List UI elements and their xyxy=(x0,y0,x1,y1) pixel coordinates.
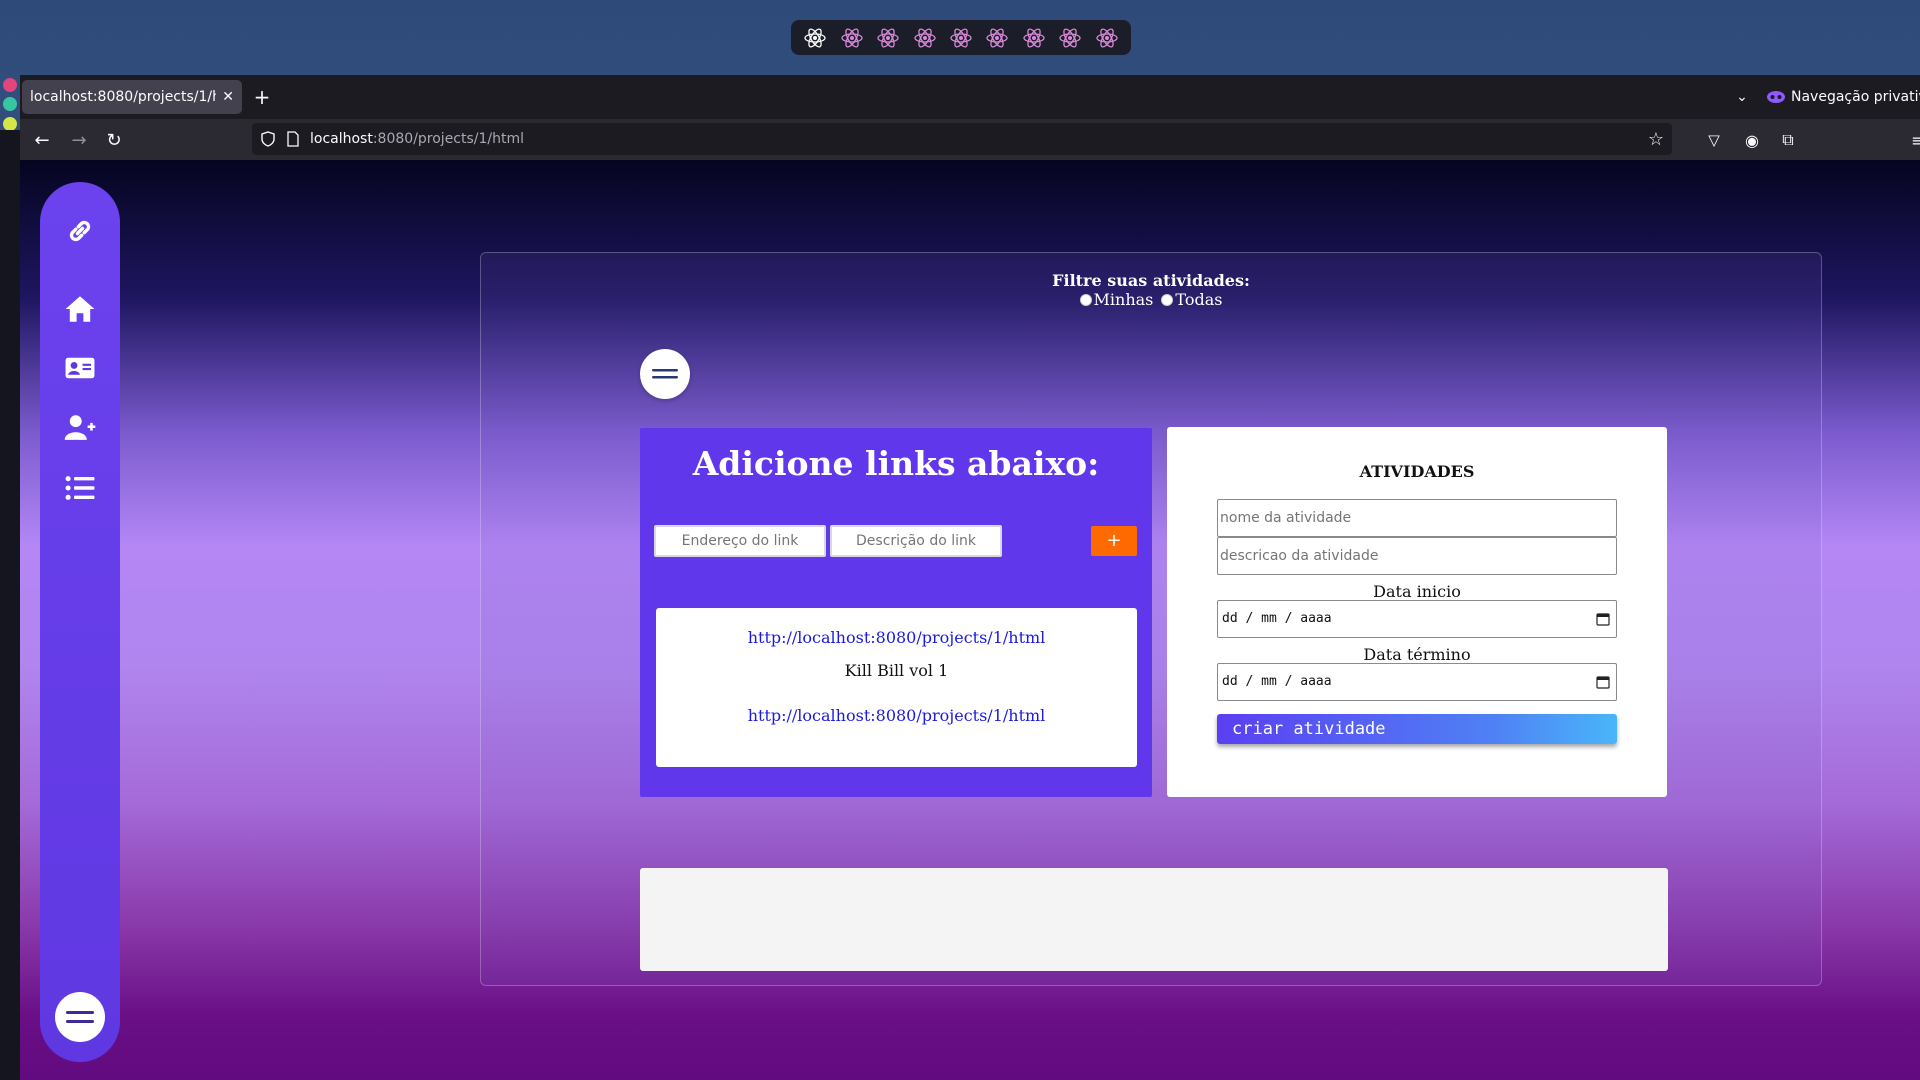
activities-card: ATIVIDADES nome da atividade descricao d… xyxy=(1167,427,1667,797)
filter-option-todas[interactable]: Todas xyxy=(1161,290,1222,309)
page-viewport: Filtre suas atividades: Minhas Todas Adi… xyxy=(20,160,1920,1080)
forward-arrow-icon[interactable]: → xyxy=(65,126,93,154)
activity-description-input[interactable]: descricao da atividade xyxy=(1217,537,1617,575)
pocket-icon[interactable]: ▽ xyxy=(1700,126,1728,154)
link-description-input[interactable]: Descrição do link xyxy=(830,525,1002,557)
browser-window: localhost:8080/projects/1/html ✕ + ⌄ Nav… xyxy=(20,75,1920,1080)
link-address-input[interactable]: Endereço do link xyxy=(654,525,826,557)
links-title: Adicione links abaixo: xyxy=(692,444,1100,483)
back-arrow-icon[interactable]: ← xyxy=(28,126,56,154)
window-edge xyxy=(0,130,20,1080)
url-bar[interactable]: localhost:8080/projects/1/html ☆ xyxy=(252,123,1672,155)
url-path: :8080/projects/1/html xyxy=(372,131,525,147)
account-icon[interactable]: ◉ xyxy=(1738,126,1766,154)
private-label: Navegação privativa xyxy=(1791,89,1920,105)
react-app-icon[interactable] xyxy=(1057,25,1083,51)
activities-title: ATIVIDADES xyxy=(1359,462,1475,481)
menu-icon xyxy=(652,369,678,379)
tab-title: localhost:8080/projects/1/html xyxy=(30,89,216,105)
create-activity-button[interactable]: criar atividade xyxy=(1217,714,1617,744)
new-tab-icon[interactable]: + xyxy=(248,83,276,111)
close-window-dot[interactable] xyxy=(3,78,17,92)
tab-active[interactable]: localhost:8080/projects/1/html ✕ xyxy=(22,80,242,114)
link-description: Kill Bill vol 1 xyxy=(844,661,949,680)
page-icon xyxy=(287,131,299,147)
contact-card-icon[interactable] xyxy=(60,348,100,388)
react-app-icon[interactable] xyxy=(984,25,1010,51)
mask-icon xyxy=(1767,91,1785,103)
filter-option-minhas[interactable]: Minhas xyxy=(1079,290,1154,309)
react-app-icon[interactable] xyxy=(948,25,974,51)
filter-option-label: Todas xyxy=(1175,290,1223,309)
link-icon[interactable] xyxy=(60,211,100,251)
navigation-bar: ← → ↻ localhost:8080/projects/1/html ☆ ▽… xyxy=(20,119,1920,160)
url-host: localhost xyxy=(310,131,373,147)
link-url[interactable]: http://localhost:8080/projects/1/html xyxy=(656,628,1137,647)
list-icon[interactable] xyxy=(60,468,100,508)
filter-options: Minhas Todas xyxy=(481,290,1821,309)
filter-option-label: Minhas xyxy=(1093,290,1154,309)
radio-todas[interactable] xyxy=(1161,293,1174,306)
filter-title: Filtre suas atividades: xyxy=(1052,271,1250,290)
links-card: Adicione links abaixo: Endereço do link … xyxy=(640,428,1152,797)
calendar-icon[interactable] xyxy=(1596,612,1610,626)
menu-icon xyxy=(66,1011,94,1023)
close-tab-icon[interactable]: ✕ xyxy=(222,89,234,105)
bookmark-star-icon[interactable]: ☆ xyxy=(1648,129,1664,150)
shield-icon[interactable] xyxy=(260,131,276,147)
radio-minhas[interactable] xyxy=(1079,293,1092,306)
add-user-icon[interactable] xyxy=(60,408,100,448)
reload-icon[interactable]: ↻ xyxy=(100,126,128,154)
date-placeholder: dd / mm / aaaa xyxy=(1222,674,1332,689)
sidebar xyxy=(40,182,120,1062)
start-date-input[interactable]: dd / mm / aaaa xyxy=(1217,600,1617,638)
home-icon[interactable] xyxy=(60,289,100,329)
app-dock xyxy=(791,20,1131,55)
menu-toggle-button[interactable] xyxy=(640,349,690,399)
react-app-icon[interactable] xyxy=(875,25,901,51)
activity-name-input[interactable]: nome da atividade xyxy=(1217,499,1617,537)
activity-filter: Filtre suas atividades: Minhas Todas xyxy=(481,271,1821,309)
react-app-icon[interactable] xyxy=(802,25,828,51)
react-app-icon[interactable] xyxy=(912,25,938,51)
react-app-icon[interactable] xyxy=(1021,25,1047,51)
links-list: http://localhost:8080/projects/1/html Ki… xyxy=(656,608,1137,767)
add-link-button[interactable]: + xyxy=(1091,526,1137,556)
tab-bar: localhost:8080/projects/1/html ✕ + ⌄ Nav… xyxy=(20,75,1920,119)
start-date-label: Data inicio xyxy=(1373,582,1461,601)
chevron-down-icon[interactable]: ⌄ xyxy=(1730,85,1754,109)
minimize-window-dot[interactable] xyxy=(3,97,17,111)
react-app-icon[interactable] xyxy=(839,25,865,51)
maximize-window-dot[interactable] xyxy=(3,117,17,131)
end-date-input[interactable]: dd / mm / aaaa xyxy=(1217,663,1617,701)
calendar-icon[interactable] xyxy=(1596,675,1610,689)
hamburger-menu-icon[interactable]: ≡ xyxy=(1904,126,1920,154)
react-app-icon[interactable] xyxy=(1094,25,1120,51)
link-url[interactable]: http://localhost:8080/projects/1/html xyxy=(656,706,1137,725)
extensions-icon[interactable]: ⧉ xyxy=(1774,126,1802,154)
end-date-label: Data término xyxy=(1363,645,1471,664)
date-placeholder: dd / mm / aaaa xyxy=(1222,611,1332,626)
main-panel: Filtre suas atividades: Minhas Todas Adi… xyxy=(480,252,1822,986)
sidebar-menu-button[interactable] xyxy=(55,992,105,1042)
content-box xyxy=(640,868,1668,971)
private-browsing-indicator: Navegação privativa xyxy=(1767,85,1920,109)
